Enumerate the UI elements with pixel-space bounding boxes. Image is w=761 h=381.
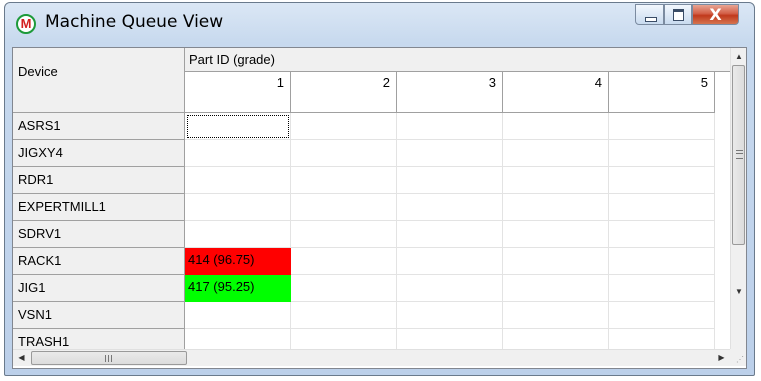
maximize-button[interactable]	[664, 4, 692, 25]
queue-cell[interactable]	[503, 302, 609, 329]
queue-cell[interactable]	[291, 302, 397, 329]
queue-cell[interactable]	[503, 248, 609, 275]
queue-cell[interactable]: 417 (95.25)	[185, 275, 291, 302]
queue-cell[interactable]	[503, 194, 609, 221]
queue-cell[interactable]	[397, 221, 503, 248]
row-header-sdrv1[interactable]: SDRV1	[13, 221, 185, 248]
queue-cell[interactable]	[397, 140, 503, 167]
maximize-icon	[673, 9, 684, 21]
queue-cell[interactable]	[185, 221, 291, 248]
device-column-header[interactable]: Device	[13, 48, 185, 113]
column-header-5[interactable]: 5	[609, 72, 715, 113]
title-bar[interactable]: M Machine Queue View X	[5, 3, 754, 45]
queue-cell[interactable]	[503, 140, 609, 167]
arrow-right-icon[interactable]: ▶	[713, 350, 730, 367]
queue-cell[interactable]	[503, 167, 609, 194]
queue-cell[interactable]	[609, 113, 715, 140]
column-header-3[interactable]: 3	[397, 72, 503, 113]
window-title: Machine Queue View	[45, 12, 224, 32]
queue-cell[interactable]	[185, 140, 291, 167]
column-header-4[interactable]: 4	[503, 72, 609, 113]
grip-icon	[105, 355, 112, 362]
queue-cell[interactable]	[185, 302, 291, 329]
machine-m-icon: M	[16, 14, 36, 34]
horizontal-scroll-thumb[interactable]	[31, 351, 187, 365]
queue-grid-panel: Device Part ID (grade) 1 2 3 4 5 ASRS1 JIGXY4 R…	[12, 47, 747, 369]
resize-grip-icon: ⋰	[736, 355, 744, 364]
queue-cell[interactable]	[291, 221, 397, 248]
queue-cell[interactable]	[609, 248, 715, 275]
queue-cell[interactable]	[609, 275, 715, 302]
row-header-jigxy4[interactable]: JIGXY4	[13, 140, 185, 167]
queue-cell[interactable]	[291, 113, 397, 140]
vertical-scrollbar[interactable]: ▲ ▼	[730, 48, 746, 349]
queue-cell[interactable]	[609, 194, 715, 221]
row-header-rack1[interactable]: RACK1	[13, 248, 185, 275]
minimize-icon	[645, 17, 657, 22]
queue-cell[interactable]	[397, 275, 503, 302]
queue-cell[interactable]	[609, 140, 715, 167]
queue-cell[interactable]	[291, 275, 397, 302]
row-header-jig1[interactable]: JIG1	[13, 275, 185, 302]
minimize-button[interactable]	[635, 4, 664, 25]
queue-cell[interactable]	[185, 194, 291, 221]
close-icon: X	[709, 5, 722, 24]
queue-cell[interactable]	[291, 194, 397, 221]
queue-cell[interactable]	[291, 167, 397, 194]
queue-cell[interactable]	[397, 248, 503, 275]
queue-cell[interactable]	[503, 113, 609, 140]
vertical-scroll-thumb[interactable]	[732, 65, 745, 245]
grip-icon	[736, 150, 743, 159]
column-header-2[interactable]: 2	[291, 72, 397, 113]
size-grip[interactable]: ⋰	[730, 349, 746, 366]
queue-cell[interactable]	[291, 248, 397, 275]
queue-cell[interactable]	[503, 275, 609, 302]
queue-cell[interactable]	[609, 221, 715, 248]
row-header-vsn1[interactable]: VSN1	[13, 302, 185, 329]
arrow-down-icon[interactable]: ▼	[731, 283, 746, 300]
row-header-expertmill1[interactable]: EXPERTMILL1	[13, 194, 185, 221]
queue-cell[interactable]	[609, 167, 715, 194]
column-header-1[interactable]: 1	[185, 72, 291, 113]
queue-cell[interactable]	[397, 194, 503, 221]
queue-cell[interactable]	[397, 302, 503, 329]
close-button[interactable]: X	[692, 4, 739, 25]
queue-cell[interactable]	[397, 167, 503, 194]
arrow-left-icon[interactable]: ◀	[13, 350, 30, 367]
queue-cell[interactable]	[503, 221, 609, 248]
part-id-header[interactable]: Part ID (grade)	[185, 48, 730, 72]
row-header-rdr1[interactable]: RDR1	[13, 167, 185, 194]
row-header-asrs1[interactable]: ASRS1	[13, 113, 185, 140]
queue-cell[interactable]	[609, 302, 715, 329]
machine-queue-window: M Machine Queue View X Device Part ID (g…	[4, 2, 755, 376]
queue-cell[interactable]	[185, 113, 291, 140]
queue-cell[interactable]	[185, 167, 291, 194]
queue-cell[interactable]	[397, 113, 503, 140]
queue-cell[interactable]: 414 (96.75)	[185, 248, 291, 275]
queue-cell[interactable]	[291, 140, 397, 167]
horizontal-scrollbar[interactable]: ◀ ▶	[13, 349, 730, 366]
arrow-up-icon[interactable]: ▲	[731, 48, 746, 65]
